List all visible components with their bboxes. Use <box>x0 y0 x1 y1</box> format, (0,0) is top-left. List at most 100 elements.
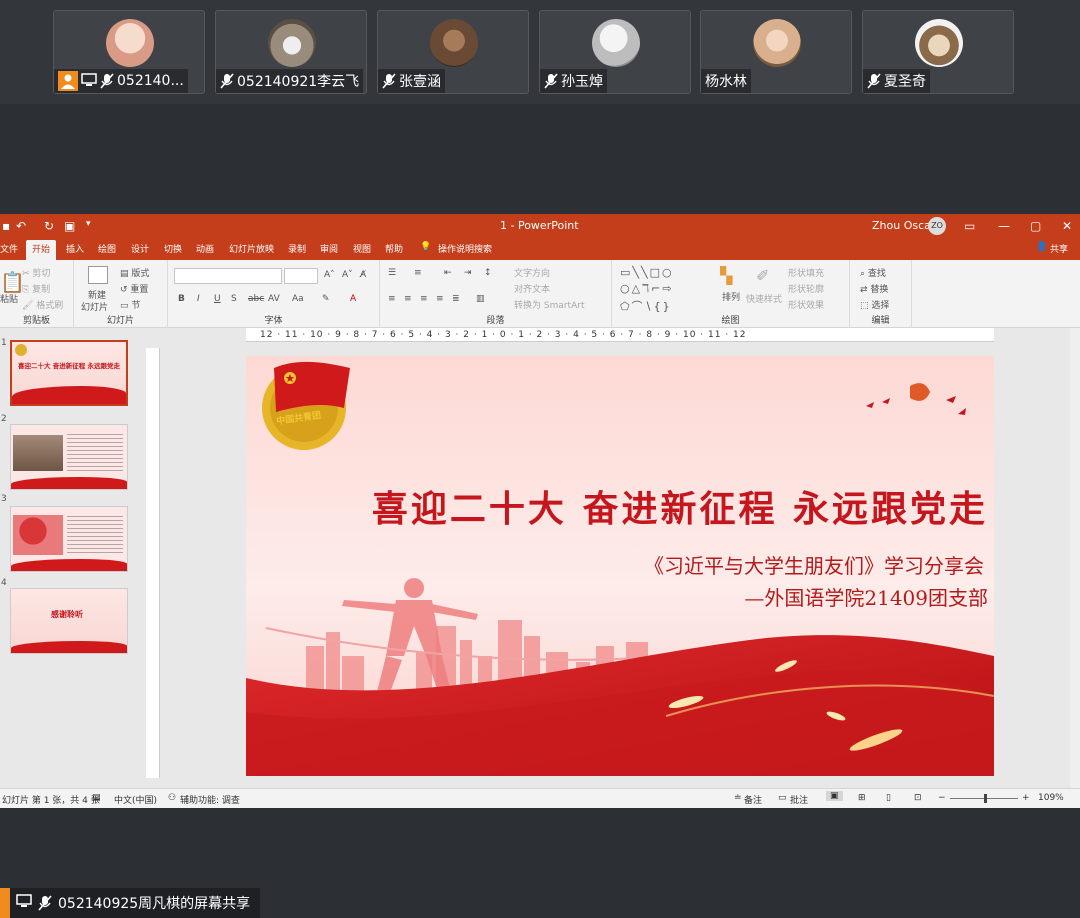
italic-icon[interactable]: I <box>197 294 200 304</box>
participant-tile[interactable]: 张壹涵 <box>377 10 529 94</box>
zoom-slider-thumb[interactable] <box>984 794 987 803</box>
minimize-icon[interactable]: — <box>998 219 1010 233</box>
tab-view[interactable]: 视图 <box>353 242 371 255</box>
reset-button[interactable]: ↺ 重置 <box>120 282 148 295</box>
change-case-icon[interactable]: Aa <box>292 294 304 304</box>
vertical-scrollbar[interactable] <box>1070 328 1080 788</box>
strikethrough-icon[interactable]: abc <box>248 294 264 304</box>
cut-button[interactable]: ✂ 剪切 <box>22 266 50 279</box>
bullets-icon[interactable]: ☰ <box>388 268 396 278</box>
tab-design[interactable]: 设计 <box>131 242 149 255</box>
comments-button[interactable]: 批注 <box>790 793 808 806</box>
tab-animations[interactable]: 动画 <box>196 242 214 255</box>
slide-canvas[interactable]: 中国共青团 喜迎二十大 奋进新征程 永远跟党走 《习近平与大学生朋友们》学习分享… <box>246 356 994 776</box>
zoom-out-icon[interactable]: − <box>938 793 946 803</box>
outdent-icon[interactable]: ⇥ <box>464 268 472 278</box>
participant-tile[interactable]: 夏圣奇 <box>862 10 1014 94</box>
align-left-icon[interactable]: ≡ <box>388 294 396 304</box>
format-painter-button[interactable]: 🖌 格式刷 <box>22 298 63 311</box>
section-button[interactable]: ▭ 节 <box>120 298 140 311</box>
copy-button[interactable]: ⎘ 复制 <box>22 282 50 295</box>
slide-thumbnail[interactable] <box>10 424 128 490</box>
tab-insert[interactable]: 插入 <box>66 242 84 255</box>
select-button[interactable]: ⬚ 选择 <box>860 298 889 311</box>
shape-outline-button[interactable]: 形状轮廓 <box>788 282 824 295</box>
customize-qat-icon[interactable]: ▾ <box>86 219 91 229</box>
normal-view-icon[interactable]: ▣ <box>826 791 843 801</box>
save-icon[interactable]: ▪ <box>2 219 10 233</box>
char-spacing-icon[interactable]: AV <box>268 294 280 304</box>
editing-group-label: 编辑 <box>871 316 890 326</box>
slideshow-icon[interactable]: ⊡ <box>914 793 922 803</box>
shapes-gallery-row3[interactable]: ⬠⌒∖{} <box>620 298 672 314</box>
quick-styles-button[interactable]: 快速样式 <box>746 292 782 305</box>
tab-draw[interactable]: 绘图 <box>98 242 116 255</box>
line-spacing-icon[interactable]: ↕ <box>484 268 492 278</box>
tab-record[interactable]: 录制 <box>288 242 306 255</box>
font-family-select[interactable] <box>174 268 282 284</box>
tab-file[interactable]: 文件 <box>0 242 18 255</box>
slide-thumbnail[interactable] <box>10 506 128 572</box>
clear-format-icon[interactable]: A̸ <box>360 270 366 280</box>
convert-smartart-button[interactable]: 转换为 SmartArt <box>514 298 584 311</box>
participant-tile[interactable]: 052140921李云飞 <box>215 10 367 94</box>
slide-sorter-icon[interactable]: ⊞ <box>858 793 866 803</box>
ribbon-display-icon[interactable]: ▭ <box>964 219 975 233</box>
tab-help[interactable]: 帮助 <box>385 242 403 255</box>
tab-slideshow[interactable]: 幻灯片放映 <box>229 242 274 255</box>
redo-icon[interactable]: ↻ <box>44 219 54 233</box>
paste-button[interactable]: 粘贴 <box>0 292 18 305</box>
underline-icon[interactable]: U <box>214 294 221 304</box>
bold-icon[interactable]: B <box>178 294 185 304</box>
reading-view-icon[interactable]: ▯ <box>886 793 891 803</box>
close-icon[interactable]: ✕ <box>1062 219 1072 233</box>
maximize-icon[interactable]: ▢ <box>1030 219 1041 233</box>
numbering-icon[interactable]: ≡ <box>414 268 422 278</box>
user-avatar[interactable]: ZO <box>928 217 946 235</box>
tab-transitions[interactable]: 切换 <box>164 242 182 255</box>
tab-review[interactable]: 审阅 <box>320 242 338 255</box>
tab-home[interactable]: 开始 <box>26 240 57 260</box>
font-color-icon[interactable]: A <box>350 294 356 304</box>
participant-tile[interactable]: 052140... <box>53 10 205 94</box>
shape-effects-button[interactable]: 形状效果 <box>788 298 824 311</box>
spellcheck-icon[interactable]: ▤ <box>92 793 101 803</box>
user-name[interactable]: Zhou Oscar <box>872 219 935 232</box>
replace-button[interactable]: ⇄ 替换 <box>860 282 888 295</box>
columns-icon[interactable]: ▥ <box>476 294 485 304</box>
new-slide-button-line2[interactable]: 幻灯片 <box>81 300 108 313</box>
participant-tile[interactable]: 杨水林 <box>700 10 852 94</box>
shape-fill-button[interactable]: 形状填充 <box>788 266 824 279</box>
find-button[interactable]: ⌕ 查找 <box>860 266 886 279</box>
highlight-icon[interactable]: ✎ <box>322 294 330 304</box>
arrange-button[interactable]: 排列 <box>722 290 740 303</box>
shapes-gallery[interactable]: ▭╲╲□○ <box>620 266 674 279</box>
share-button[interactable]: 共享 <box>1050 242 1068 255</box>
undo-icon[interactable]: ↶ <box>16 219 26 233</box>
font-size-select[interactable] <box>284 268 318 284</box>
indent-icon[interactable]: ⇤ <box>444 268 452 278</box>
layout-button[interactable]: ▤ 版式 <box>120 266 149 279</box>
tell-me-search[interactable]: 操作说明搜索 <box>438 242 492 255</box>
distribute-icon[interactable]: ≣ <box>452 294 460 304</box>
align-right-icon[interactable]: ≡ <box>420 294 428 304</box>
shapes-gallery-row2[interactable]: ○△ℸ⌐⇨ <box>620 282 674 295</box>
zoom-in-icon[interactable]: + <box>1022 793 1030 803</box>
decrease-font-icon[interactable]: A˅ <box>342 270 353 280</box>
shadow-icon[interactable]: S <box>231 294 237 304</box>
notes-button[interactable]: 备注 <box>744 793 762 806</box>
avatar <box>106 19 154 67</box>
select-label: 选择 <box>871 301 890 311</box>
accessibility-status[interactable]: 辅助功能: 调查 <box>180 793 240 806</box>
slide-thumbnail[interactable]: 感谢聆听 <box>10 588 128 654</box>
justify-icon[interactable]: ≡ <box>436 294 444 304</box>
participant-tile[interactable]: 孙玉焯 <box>539 10 691 94</box>
present-icon[interactable]: ▣ <box>64 219 75 233</box>
language-status[interactable]: 中文(中国) <box>114 793 157 806</box>
align-text-button[interactable]: 对齐文本 <box>514 282 550 295</box>
zoom-level[interactable]: 109% <box>1038 793 1064 803</box>
slide-thumbnail[interactable]: 喜迎二十大 奋进新征程 永远跟党走 <box>10 340 128 406</box>
align-center-icon[interactable]: ≡ <box>404 294 412 304</box>
text-direction-button[interactable]: 文字方向 <box>514 266 550 279</box>
increase-font-icon[interactable]: A˄ <box>324 270 335 280</box>
